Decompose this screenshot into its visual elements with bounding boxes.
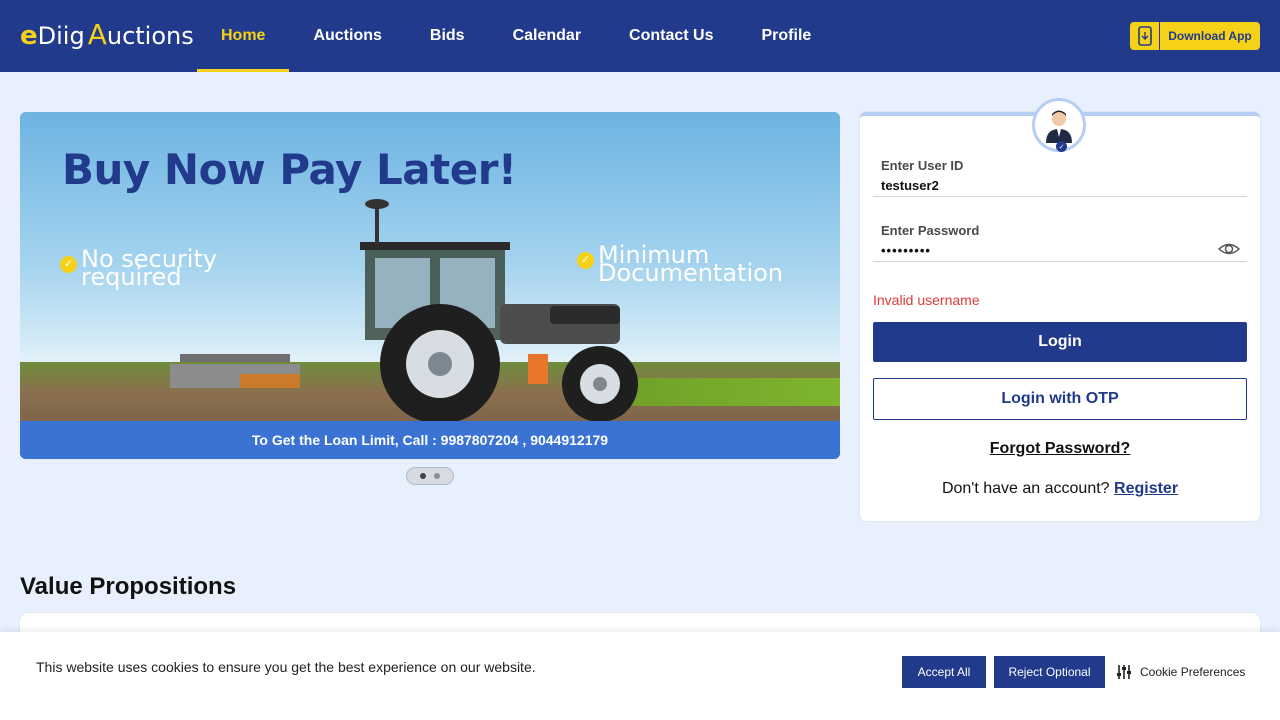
forgot-password-link[interactable]: Forgot Password? [860, 440, 1260, 458]
promo-banner[interactable]: Buy Now Pay Later! ✓ No security required… [20, 112, 840, 459]
carousel-indicators [406, 467, 454, 485]
feature-line: Documentation [598, 259, 784, 287]
user-id-input[interactable]: testuser2 [881, 178, 939, 193]
show-password-eye-icon[interactable] [1218, 240, 1240, 258]
banner-title: Buy Now Pay Later! [62, 145, 517, 194]
password-label: Enter Password [881, 223, 980, 238]
banner-loan-contact: To Get the Loan Limit, Call : 9987807204… [20, 421, 840, 459]
nav-bids[interactable]: Bids [406, 0, 489, 72]
feature-text: No security required [81, 247, 217, 289]
nav-profile[interactable]: Profile [738, 0, 836, 72]
carousel-dot-2[interactable] [434, 473, 440, 479]
password-input[interactable]: ••••••••• [881, 243, 931, 258]
cookie-message: This website uses cookies to ensure you … [36, 659, 536, 675]
feature-line: required [81, 263, 182, 291]
cookie-consent-bar: This website uses cookies to ensure you … [0, 632, 1280, 720]
logo-letter-a: A [87, 18, 107, 51]
logo-text-uctions: uctions [106, 22, 194, 50]
user-id-underline [873, 196, 1247, 197]
feature-no-security: ✓ No security required [60, 247, 217, 289]
check-circle-icon: ✓ [60, 256, 77, 273]
download-app-button[interactable]: Download App [1130, 22, 1260, 50]
sliders-icon [1117, 665, 1131, 679]
register-link[interactable]: Register [1114, 480, 1178, 497]
cookie-preferences-label: Cookie Preferences [1140, 665, 1246, 679]
login-with-otp-button[interactable]: Login with OTP [873, 378, 1247, 420]
logo-text-diig: Diig [37, 22, 85, 50]
password-underline [873, 261, 1247, 262]
tractor-illustration [170, 199, 638, 424]
nav-home[interactable]: Home [197, 0, 290, 72]
carousel-dot-1[interactable] [420, 473, 426, 479]
cookie-preferences-button[interactable]: Cookie Preferences [1116, 662, 1245, 682]
user-id-label: Enter User ID [881, 158, 964, 173]
nav-contact-us[interactable]: Contact Us [605, 0, 737, 72]
ediig-auctions-logo[interactable]: e Diig Auctions [20, 18, 194, 52]
mobile-phone-icon [1130, 22, 1160, 50]
nav-calendar[interactable]: Calendar [489, 0, 605, 72]
value-propositions-heading: Value Propositions [20, 573, 237, 600]
user-avatar-icon [1046, 110, 1072, 143]
verified-badge-icon: ✓ [1056, 141, 1067, 152]
download-app-label: Download App [1168, 29, 1252, 43]
reject-optional-cookies-button[interactable]: Reject Optional [994, 656, 1105, 688]
login-button[interactable]: Login [873, 322, 1247, 362]
nav-auctions[interactable]: Auctions [289, 0, 405, 72]
register-prompt: Don't have an account? Register [860, 480, 1260, 498]
feature-minimum-documentation: ✓ Minimum Documentation [577, 243, 783, 285]
check-circle-icon: ✓ [577, 252, 594, 269]
login-error-message: Invalid username [873, 292, 980, 308]
login-card: ✓ Enter User ID testuser2 Enter Password… [860, 98, 1260, 521]
accept-all-cookies-button[interactable]: Accept All [902, 656, 986, 688]
main-nav: Home Auctions Bids Calendar Contact Us P… [197, 0, 835, 72]
logo-letter-e: e [20, 21, 38, 51]
feature-text: Minimum Documentation [598, 243, 783, 285]
no-account-text: Don't have an account? [941, 480, 1110, 497]
user-avatar: ✓ [1032, 98, 1086, 152]
top-navigation-bar: e Diig Auctions Home Auctions Bids Calenda… [0, 0, 1280, 72]
